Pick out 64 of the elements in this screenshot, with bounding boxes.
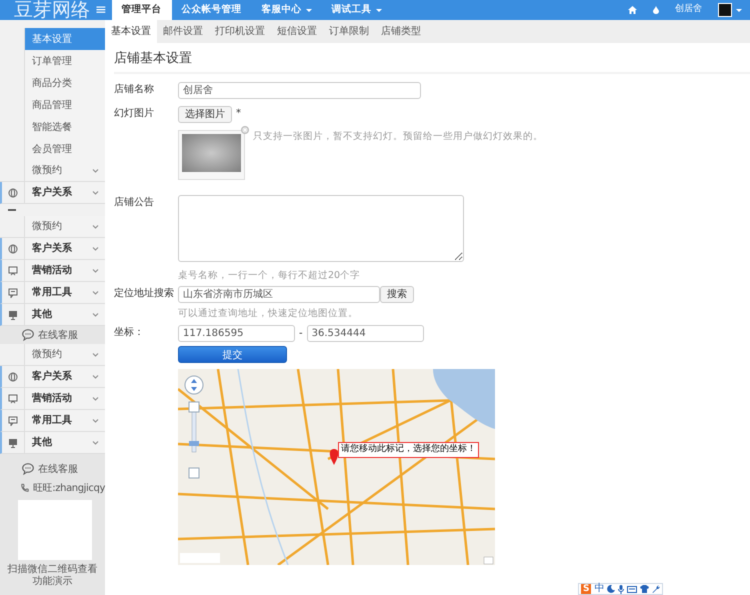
search-button[interactable]: 搜索 [380,286,414,303]
longitude-field[interactable]: 117.186595 [178,325,295,342]
required-mark: * [236,106,241,120]
nav-tab[interactable]: 管理平台 [112,0,172,20]
chevron-down-icon [92,168,99,173]
settings-tab[interactable]: 短信设置 [271,20,323,43]
home-icon[interactable] [628,6,637,14]
notice-hint: 桌号名称，一行一个，每行不超过20个字 [178,268,362,282]
moon-icon[interactable] [607,585,616,593]
globe-icon [8,372,18,382]
latitude-field[interactable]: 36.534444 [306,325,424,342]
settings-tab[interactable]: 邮件设置 [157,20,209,43]
field-label: 幻灯图片 [114,106,155,120]
message-icon [8,416,18,426]
microphone-icon[interactable] [618,584,624,594]
avatar[interactable] [718,3,732,17]
photo-placeholder [182,134,241,172]
chevron-down-icon [92,246,99,251]
globe-icon [8,244,18,254]
chevron-down-icon [92,418,99,423]
chevron-down-icon [92,268,99,273]
monitor-icon [8,438,18,448]
presentation-icon [8,394,18,404]
store-name-field[interactable]: 创居舍 [178,82,421,98]
chat-bubble-icon [22,329,34,341]
online-service-link[interactable]: 在线客服 [0,326,105,344]
chevron-down-icon [92,352,99,357]
choose-image-button[interactable]: 选择图片 [178,106,232,122]
field-label: 店铺名称 [114,82,155,96]
address-hint: 可以通过查询地址，快速定位地图位置。 [178,306,359,321]
settings-tab[interactable]: 基本设置 [105,20,157,43]
separator: - [299,327,303,341]
chevron-down-icon [92,312,99,317]
message-icon [8,288,18,298]
phone-icon [20,483,30,493]
chevron-down-icon [92,290,99,295]
globe-icon [8,188,18,198]
map-tooltip: 请您移动此标记，选择您的坐标！ [338,442,479,458]
page-title: 店铺基本设置 [114,43,750,74]
chevron-down-icon [92,374,99,379]
drop-icon[interactable] [653,6,659,14]
chevron-down-icon [92,190,99,195]
submit-button[interactable]: 提交 [178,346,287,363]
chat-bubble-icon [22,463,34,475]
site-logo: 豆芽网络 [13,0,90,20]
field-label: 坐标： [114,326,145,340]
chevron-down-icon [92,224,99,229]
qr-caption: 扫描微信二维码查看功能演示 [6,564,98,588]
image-hint: 只支持一张图片，暂不支持幻灯。预留给一些用户做幻灯效果的。 [253,130,543,144]
address-search-field[interactable]: 山东省济南市历城区 [178,286,380,303]
chevron-down-icon [92,440,99,445]
settings-tab[interactable]: 打印机设置 [209,20,271,43]
caret-icon[interactable] [736,8,742,12]
settings-tab[interactable]: 订单限制 [323,20,375,43]
field-label: 店铺公告 [114,196,155,210]
presentation-icon [8,266,18,276]
chevron-down-icon [92,396,99,401]
settings-tab[interactable]: 店铺类型 [375,20,427,43]
shirt-icon[interactable] [640,585,650,593]
wrench-icon[interactable] [652,585,660,593]
field-label: 定位地址搜索 [114,286,175,301]
input-mode-toggle[interactable]: 中 [594,584,604,594]
monitor-icon [8,310,18,320]
keyboard-icon[interactable] [627,586,638,592]
